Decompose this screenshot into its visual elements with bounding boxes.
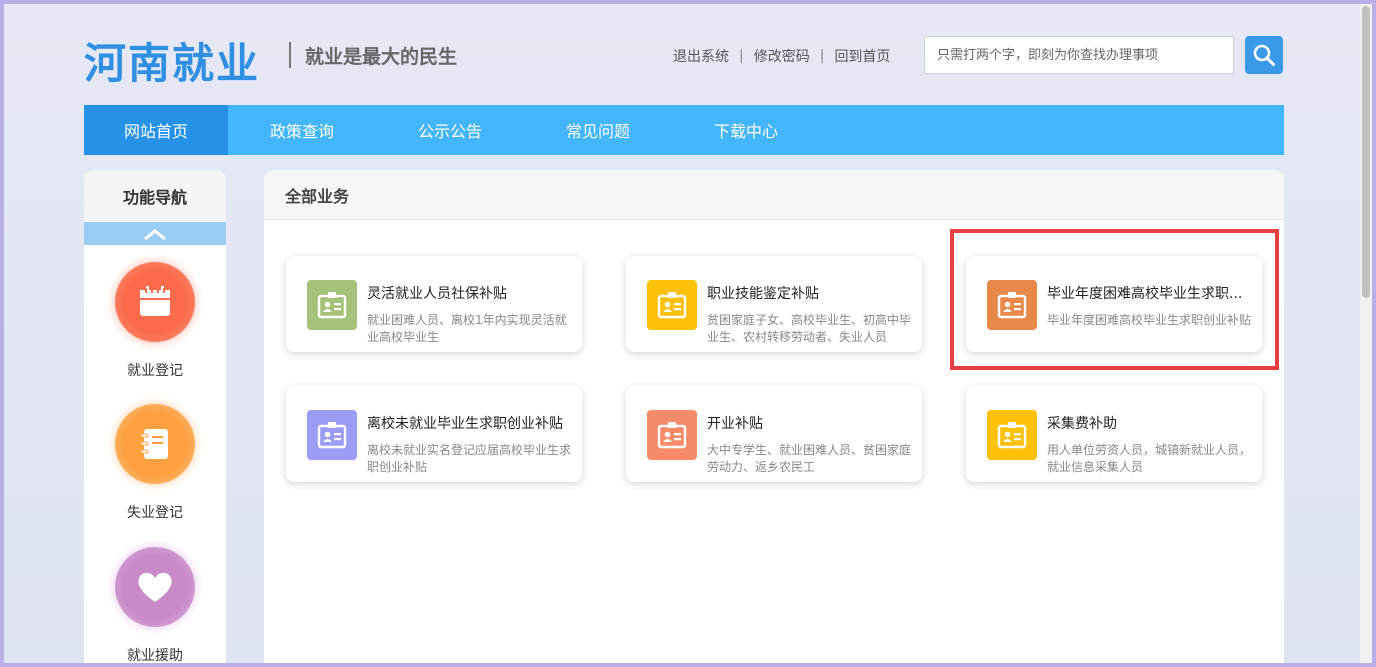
card-description: 贫困家庭子女、高校毕业生、初高中毕业生、农村转移劳动者、失业人员: [707, 313, 912, 344]
card-title: 毕业年度困难高校毕业生求职...: [1047, 286, 1243, 302]
card-title: 职业技能鉴定补贴: [707, 286, 819, 302]
slogan-divider: [289, 42, 291, 68]
card-title: 采集费补助: [1047, 416, 1117, 432]
business-card-startup-subsidy[interactable]: 开业补贴 大中专学生、就业困难人员、贫困家庭劳动力、返乡农民工: [626, 386, 922, 482]
card-title: 开业补贴: [707, 416, 763, 432]
function-sidebar: 功能导航 就业登记 失业登记 就业援助: [84, 170, 226, 667]
home-link[interactable]: 回到首页: [834, 46, 890, 66]
card-description: 用人单位劳资人员，城镇新就业人员，就业信息采集人员: [1047, 443, 1252, 474]
nav-announcements[interactable]: 公示公告: [376, 105, 524, 155]
panel-title: 全部业务: [264, 170, 1284, 220]
id-card-icon: [307, 410, 357, 460]
sidebar-item-unemployment-registration[interactable]: 失业登记: [84, 404, 226, 522]
card-description: 毕业年度困难高校毕业生求职创业补贴: [1047, 313, 1252, 327]
card-description: 就业困难人员、离校1年内实现灵活就业高校毕业生: [367, 313, 567, 344]
sidebar-item-label: 就业援助: [127, 648, 183, 664]
change-password-link[interactable]: 修改密码: [754, 46, 810, 66]
id-card-icon: [307, 280, 357, 330]
search-input[interactable]: [924, 36, 1234, 74]
business-card-unemployed-graduate-subsidy[interactable]: 离校未就业毕业生求职创业补贴 离校未就业实名登记应届高校毕业生求职创业补贴: [286, 386, 582, 482]
site-logo[interactable]: 河南就业: [84, 30, 260, 91]
business-card-flexible-employment-subsidy[interactable]: 灵活就业人员社保补贴 就业困难人员、离校1年内实现灵活就业高校毕业生: [286, 256, 582, 352]
business-card-skill-appraisal-subsidy[interactable]: 职业技能鉴定补贴 贫困家庭子女、高校毕业生、初高中毕业生、农村转移劳动者、失业人…: [626, 256, 922, 352]
card-description: 离校未就业实名登记应届高校毕业生求职创业补贴: [367, 443, 572, 474]
nav-policy-query[interactable]: 政策查询: [228, 105, 376, 155]
sidebar-scroll-up-button[interactable]: [84, 222, 226, 245]
nav-faq[interactable]: 常见问题: [524, 105, 672, 155]
chevron-up-icon: [144, 228, 166, 240]
card-title: 离校未就业毕业生求职创业补贴: [367, 416, 563, 432]
notebook-icon: [115, 404, 195, 484]
sidebar-item-label: 就业登记: [127, 363, 183, 379]
nav-downloads[interactable]: 下载中心: [672, 105, 820, 155]
logout-link[interactable]: 退出系统: [673, 46, 729, 66]
card-title: 灵活就业人员社保补贴: [367, 286, 507, 302]
sidebar-title: 功能导航: [84, 170, 226, 222]
main-nav: 网站首页 政策查询 公示公告 常见问题 下载中心: [84, 105, 1284, 155]
sidebar-item-employment-registration[interactable]: 就业登记: [84, 262, 226, 380]
sidebar-item-label: 失业登记: [127, 505, 183, 521]
card-description: 大中专学生、就业困难人员、贫困家庭劳动力、返乡农民工: [707, 443, 912, 474]
link-separator: |: [739, 48, 744, 64]
page-scrollbar[interactable]: [1360, 4, 1372, 663]
scrollbar-thumb[interactable]: [1362, 6, 1370, 298]
calendar-icon: [115, 262, 195, 342]
business-card-collection-fee-subsidy[interactable]: 采集费补助 用人单位劳资人员，城镇新就业人员，就业信息采集人员: [966, 386, 1262, 482]
top-links: 退出系统 | 修改密码 | 回到首页: [673, 46, 890, 66]
id-card-icon: [647, 410, 697, 460]
business-card-graduate-job-seeking-subsidy[interactable]: 毕业年度困难高校毕业生求职... 毕业年度困难高校毕业生求职创业补贴: [966, 256, 1262, 352]
id-card-icon: [647, 280, 697, 330]
id-card-icon: [987, 410, 1037, 460]
link-separator: |: [819, 48, 825, 64]
site-slogan: 就业是最大的民生: [305, 46, 458, 68]
heart-icon: [115, 547, 195, 627]
search-button[interactable]: [1245, 36, 1283, 74]
nav-home[interactable]: 网站首页: [84, 105, 228, 155]
sidebar-item-employment-assistance[interactable]: 就业援助: [84, 547, 226, 665]
id-card-icon: [987, 280, 1037, 330]
search-icon: [1253, 44, 1275, 66]
